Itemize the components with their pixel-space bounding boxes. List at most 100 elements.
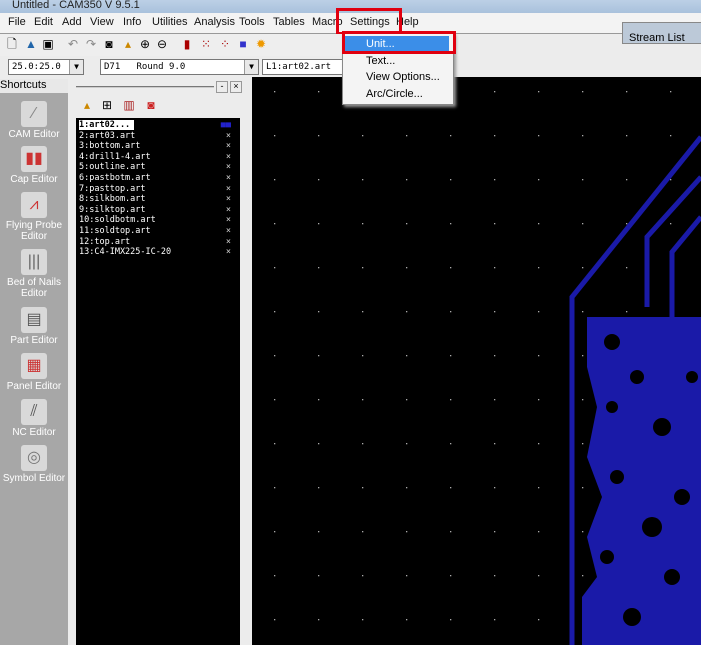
layer-item[interactable]: 8:silkbom.art ×: [79, 194, 237, 204]
cam-editor-icon: ⁄: [21, 101, 47, 127]
undo-icon[interactable]: ↶: [66, 37, 80, 51]
layer-item[interactable]: 13:C4-IMX225-IC-20 ×: [79, 247, 237, 257]
bed-of-nails-icon: |||: [21, 249, 47, 275]
zoom-out-icon[interactable]: ⊖: [155, 37, 169, 51]
shortcut-symbol-editor[interactable]: ◎ Symbol Editor: [0, 445, 68, 484]
layer-label: 10:soldbotm.art: [79, 215, 156, 226]
stream-list-panel[interactable]: Stream List: [622, 22, 701, 44]
shortcut-label: Symbol Editor: [2, 473, 66, 484]
shortcut-flying-probe-editor[interactable]: ⩘ Flying Probe Editor: [0, 192, 68, 242]
shortcut-panel-editor[interactable]: ▦ Panel Editor: [0, 353, 68, 392]
layer-item[interactable]: 12:top.art ×: [79, 237, 237, 247]
part-editor-icon: ▤: [21, 307, 47, 333]
panel-grip[interactable]: [76, 86, 214, 88]
layer-item[interactable]: 5:outline.art ×: [79, 162, 237, 172]
dcode-select[interactable]: D71 Round 9.0 ▼: [100, 59, 259, 75]
layer-item[interactable]: 9:silktop.art ×: [79, 205, 237, 215]
menu-file[interactable]: File: [8, 16, 26, 28]
book-icon[interactable]: ▥: [122, 98, 136, 112]
menu-utilities[interactable]: Utilities: [152, 16, 187, 28]
delete-layer-icon[interactable]: ◙: [144, 98, 158, 112]
layer-item[interactable]: 11:soldtop.art ×: [79, 226, 237, 236]
grid-select[interactable]: 25.0:25.0 ▼: [8, 59, 84, 75]
menu-tools[interactable]: Tools: [239, 16, 265, 28]
shortcut-label: Cap Editor: [10, 174, 58, 185]
layer-item[interactable]: 4:drill1-4.art ×: [79, 152, 237, 162]
nc-editor-icon: ⫽: [21, 399, 47, 425]
brush-icon[interactable]: ▴: [80, 98, 94, 112]
shortcut-label: CAM Editor: [8, 129, 60, 140]
brush-icon[interactable]: ▴: [121, 37, 135, 51]
chevron-down-icon[interactable]: ▼: [69, 60, 83, 74]
close-icon[interactable]: ×: [226, 173, 231, 183]
dcode-value: D71 Round 9.0: [104, 62, 186, 72]
layer-label: 5:outline.art: [79, 162, 146, 173]
shortcut-label: Part Editor: [10, 335, 58, 346]
shortcut-label: NC Editor: [12, 427, 56, 438]
menu-item-view-options[interactable]: View Options...: [345, 69, 449, 85]
open-icon[interactable]: ▲: [24, 37, 38, 51]
layer-label: 6:pastbotm.art: [79, 173, 151, 183]
layer-label: 11:soldtop.art: [79, 226, 151, 236]
save-icon[interactable]: ▣: [41, 37, 55, 51]
layer-item[interactable]: 2:art03.art ×: [79, 131, 237, 141]
layer-item[interactable]: 10:soldbotm.art ×: [79, 215, 237, 225]
stream-list-label: Stream List: [629, 32, 685, 44]
menu-tables[interactable]: Tables: [273, 16, 305, 28]
close-icon[interactable]: ×: [226, 237, 231, 247]
layer-item[interactable]: 3:bottom.art ×: [79, 141, 237, 151]
layer-label: 8:silkbom.art: [79, 194, 146, 205]
grid-icon[interactable]: ⁙: [199, 37, 213, 51]
shortcuts-title: Shortcuts: [0, 79, 68, 93]
shortcut-part-editor[interactable]: ▤ Part Editor: [0, 307, 68, 346]
minimize-button[interactable]: -: [216, 81, 228, 93]
layer-label: 4:drill1-4.art: [79, 151, 151, 162]
close-icon[interactable]: ×: [226, 184, 231, 194]
new-icon[interactable]: 🗋: [5, 37, 19, 51]
layer-item[interactable]: 7:pasttop.art ×: [79, 184, 237, 194]
insert-icon[interactable]: ▮: [180, 37, 194, 51]
light-icon[interactable]: ✹: [254, 37, 268, 51]
close-icon[interactable]: ×: [226, 205, 231, 215]
pcb-drawing: [252, 77, 701, 645]
flying-probe-icon: ⩘: [21, 192, 47, 218]
shortcut-nc-editor[interactable]: ⫽ NC Editor: [0, 399, 68, 438]
menu-item-arc-circle[interactable]: Arc/Circle...: [345, 86, 449, 102]
zoom-in-icon[interactable]: ⊕: [138, 37, 152, 51]
close-icon[interactable]: ×: [226, 226, 231, 236]
layer-list: 1:art02... ■■ 2:art03.art × 3:bottom.art × …: [76, 118, 240, 645]
close-icon[interactable]: ×: [226, 194, 231, 204]
menu-item-text[interactable]: Text...: [345, 53, 449, 69]
layer-select[interactable]: L1:art02.art: [262, 59, 347, 75]
layer-label: 1:art02...: [79, 120, 135, 130]
redo-icon[interactable]: ↷: [84, 37, 98, 51]
menu-analysis[interactable]: Analysis: [194, 16, 235, 28]
close-button[interactable]: ×: [230, 81, 242, 93]
pcb-canvas[interactable]: [252, 77, 701, 645]
menu-add[interactable]: Add: [62, 16, 82, 28]
menu-edit[interactable]: Edit: [34, 16, 53, 28]
camera-icon[interactable]: ◙: [102, 37, 116, 51]
shortcut-bed-of-nails-editor[interactable]: ||| Bed of Nails Editor: [0, 249, 68, 299]
color-icon[interactable]: ■: [236, 37, 250, 51]
close-icon[interactable]: ×: [226, 215, 231, 225]
close-icon[interactable]: ×: [226, 152, 231, 162]
layer-item[interactable]: 1:art02... ■■: [79, 120, 237, 130]
menu-view[interactable]: View: [90, 16, 114, 28]
shortcut-cam-editor[interactable]: ⁄ CAM Editor: [0, 101, 68, 140]
layer-value: L1:art02.art: [266, 62, 332, 72]
close-icon[interactable]: ×: [226, 247, 231, 257]
shortcut-cap-editor[interactable]: ▮▮ Cap Editor: [0, 146, 68, 185]
chevron-down-icon[interactable]: ▼: [244, 60, 258, 74]
menu-info[interactable]: Info: [123, 16, 141, 28]
close-icon[interactable]: ×: [226, 131, 231, 141]
highlight-box-unit: [342, 31, 456, 54]
shortcut-label: Flying Probe Editor: [5, 220, 63, 242]
close-icon[interactable]: ×: [226, 141, 231, 151]
shortcut-label: Bed of Nails Editor: [7, 277, 61, 299]
close-icon[interactable]: ×: [226, 162, 231, 172]
layer-item[interactable]: 6:pastbotm.art ×: [79, 173, 237, 183]
layer-color-swatch: ■■: [220, 120, 231, 130]
add-layer-icon[interactable]: ⊞: [100, 98, 114, 112]
grid-dots-icon[interactable]: ⁘: [218, 37, 232, 51]
